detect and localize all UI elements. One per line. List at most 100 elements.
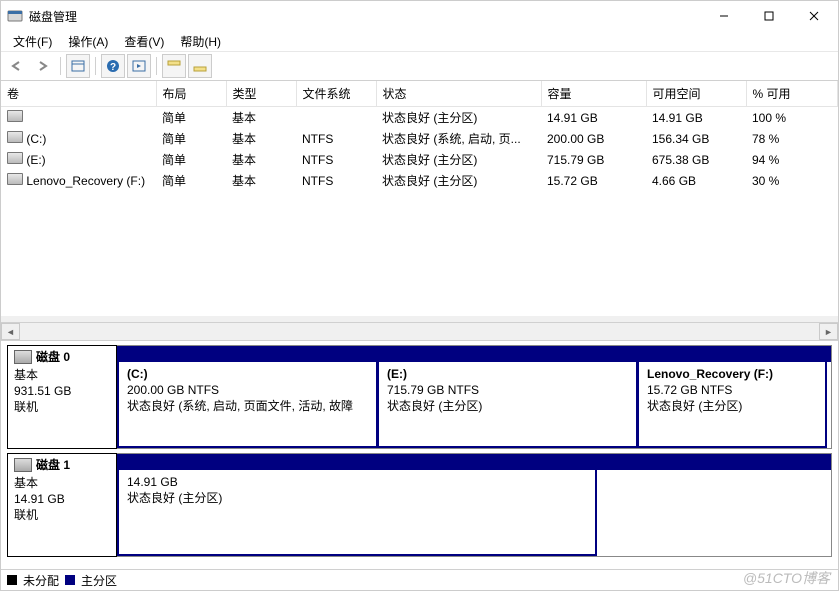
cell-fs: NTFS [296,170,376,191]
volume-name: Lenovo_Recovery (F:) [26,174,145,188]
legend-unallocated-label: 未分配 [23,572,59,589]
menu-file[interactable]: 文件(F) [5,31,60,52]
disk-type: 基本 [14,367,110,383]
nav-back-button[interactable] [5,54,29,78]
disk-row[interactable]: 磁盘 0基本931.51 GB联机(C:)200.00 GB NTFS状态良好 … [7,345,832,449]
cell-free: 14.91 GB [646,107,746,129]
cell-fs: NTFS [296,128,376,149]
volume-name: (E:) [26,153,45,167]
partition-name: Lenovo_Recovery (F:) [647,366,817,382]
disk-icon [14,458,32,472]
list-scrollbar[interactable]: ◄ ► [1,322,838,340]
close-button[interactable] [791,1,836,31]
table-row[interactable]: Lenovo_Recovery (F:)简单基本NTFS状态良好 (主分区)15… [1,170,838,191]
cell-layout: 简单 [156,149,226,170]
partition-bar: (C:)200.00 GB NTFS状态良好 (系统, 启动, 页面文件, 活动… [117,345,832,449]
drive-icon [7,131,23,143]
partition[interactable]: 14.91 GB状态良好 (主分区) [117,470,597,556]
menu-action[interactable]: 操作(A) [60,31,116,52]
col-type[interactable]: 类型 [226,81,296,107]
partition-name: (E:) [387,366,628,382]
partition-status: 状态良好 (主分区) [127,490,587,506]
disk-row[interactable]: 磁盘 1基本14.91 GB联机14.91 GB状态良好 (主分区) [7,453,832,557]
disk-title: 磁盘 1 [36,456,70,473]
partition-name: (C:) [127,366,368,382]
cell-free: 156.34 GB [646,128,746,149]
separator [95,57,96,75]
menubar: 文件(F) 操作(A) 查看(V) 帮助(H) [1,31,838,52]
cell-type: 基本 [226,170,296,191]
disk-graphic-view[interactable]: 磁盘 0基本931.51 GB联机(C:)200.00 GB NTFS状态良好 … [1,340,838,569]
drive-icon [7,173,23,185]
nav-forward-button[interactable] [31,54,55,78]
toolbar: ? [1,52,838,81]
scroll-right-icon[interactable]: ► [819,323,838,340]
disk-header[interactable]: 磁盘 1基本14.91 GB联机 [7,453,117,557]
legend-primary-swatch [65,575,75,585]
settings-top-button[interactable] [162,54,186,78]
partition[interactable]: Lenovo_Recovery (F:)15.72 GB NTFS状态良好 (主… [637,362,827,448]
partition-header-bar [117,454,831,470]
scroll-track[interactable] [20,323,819,340]
partition-status: 状态良好 (主分区) [647,398,817,414]
col-capacity[interactable]: 容量 [541,81,646,107]
view-list-button[interactable] [66,54,90,78]
cell-status: 状态良好 (主分区) [376,149,541,170]
cell-type: 基本 [226,128,296,149]
table-row[interactable]: 简单基本状态良好 (主分区)14.91 GB14.91 GB100 % [1,107,838,129]
cell-pct: 94 % [746,149,838,170]
cell-pct: 78 % [746,128,838,149]
col-layout[interactable]: 布局 [156,81,226,107]
legend-unallocated-swatch [7,575,17,585]
app-icon [7,8,23,24]
partition-size: 715.79 GB NTFS [387,382,628,398]
cell-type: 基本 [226,149,296,170]
table-row[interactable]: (E:)简单基本NTFS状态良好 (主分区)715.79 GB675.38 GB… [1,149,838,170]
minimize-button[interactable] [701,1,746,31]
partition-bar: 14.91 GB状态良好 (主分区) [117,453,832,557]
col-free[interactable]: 可用空间 [646,81,746,107]
cell-pct: 30 % [746,170,838,191]
cell-capacity: 715.79 GB [541,149,646,170]
partition-status: 状态良好 (系统, 启动, 页面文件, 活动, 故障 [127,398,368,414]
help-button[interactable]: ? [101,54,125,78]
disk-header[interactable]: 磁盘 0基本931.51 GB联机 [7,345,117,449]
column-header-row[interactable]: 卷 布局 类型 文件系统 状态 容量 可用空间 % 可用 [1,81,838,107]
disk-size: 931.51 GB [14,383,110,399]
cell-pct: 100 % [746,107,838,129]
disk-title: 磁盘 0 [36,348,70,365]
menu-view[interactable]: 查看(V) [116,31,172,52]
cell-free: 4.66 GB [646,170,746,191]
table-row[interactable]: (C:)简单基本NTFS状态良好 (系统, 启动, 页...200.00 GB1… [1,128,838,149]
partition-size: 14.91 GB [127,474,587,490]
col-status[interactable]: 状态 [376,81,541,107]
partition-status: 状态良好 (主分区) [387,398,628,414]
cell-status: 状态良好 (系统, 启动, 页... [376,128,541,149]
cell-type: 基本 [226,107,296,129]
settings-bottom-button[interactable] [188,54,212,78]
partition[interactable]: (E:)715.79 GB NTFS状态良好 (主分区) [377,362,637,448]
legend: 未分配 主分区 [1,569,838,590]
col-fs[interactable]: 文件系统 [296,81,376,107]
cell-status: 状态良好 (主分区) [376,170,541,191]
maximize-button[interactable] [746,1,791,31]
scroll-left-icon[interactable]: ◄ [1,323,20,340]
drive-icon [7,152,23,164]
refresh-button[interactable] [127,54,151,78]
cell-fs [296,107,376,129]
disk-type: 基本 [14,475,110,491]
drive-icon [7,110,23,122]
col-pct[interactable]: % 可用 [746,81,838,107]
disk-size: 14.91 GB [14,491,110,507]
partition-header-bar [117,346,831,362]
volume-list[interactable]: 卷 布局 类型 文件系统 状态 容量 可用空间 % 可用 简单基本状态良好 (主… [1,81,838,322]
menu-help[interactable]: 帮助(H) [172,31,229,52]
cell-fs: NTFS [296,149,376,170]
partition[interactable]: (C:)200.00 GB NTFS状态良好 (系统, 启动, 页面文件, 活动… [117,362,377,448]
separator [60,57,61,75]
window-title: 磁盘管理 [29,8,701,25]
cell-layout: 简单 [156,107,226,129]
cell-layout: 简单 [156,170,226,191]
legend-primary-label: 主分区 [81,572,117,589]
col-volume[interactable]: 卷 [1,81,156,107]
